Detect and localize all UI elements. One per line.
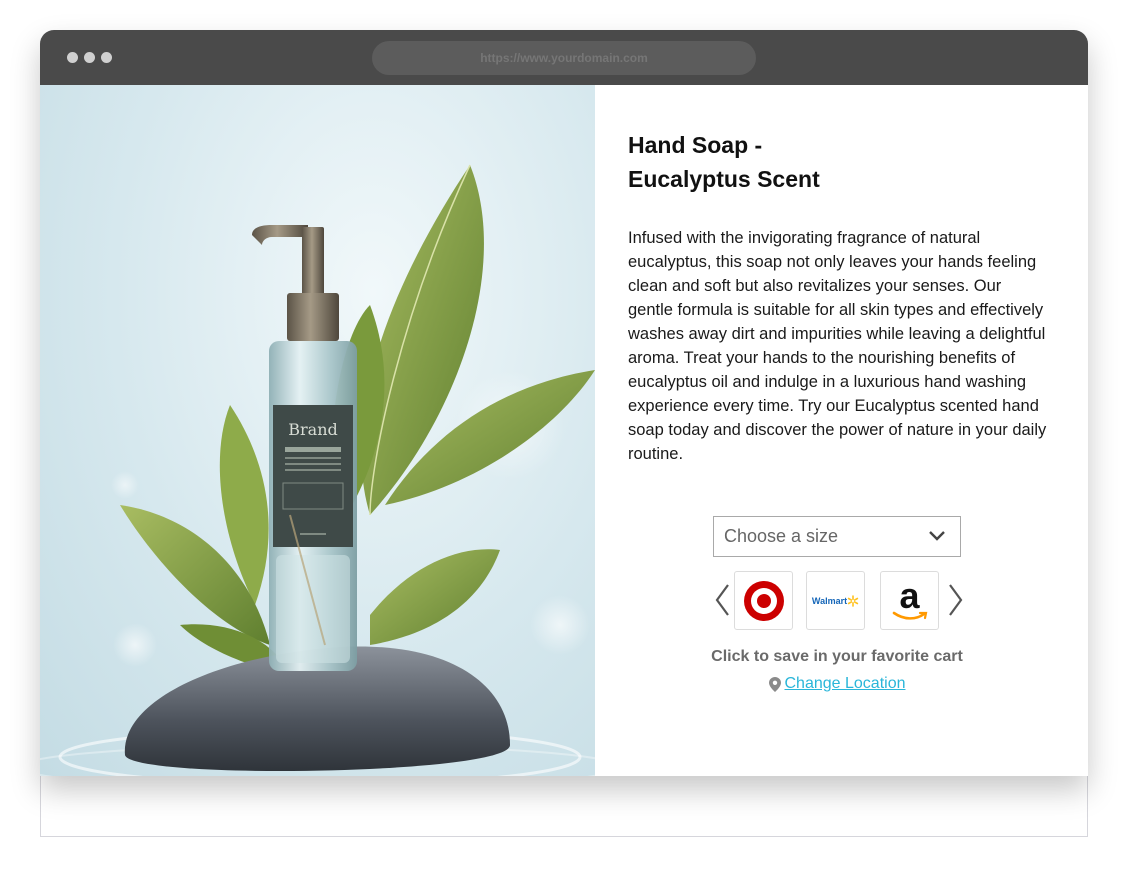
walmart-spark-icon <box>847 594 859 607</box>
chevron-left-icon[interactable] <box>714 583 730 617</box>
product-title-line2: Eucalyptus Scent <box>628 166 820 192</box>
url-text: https://www.yourdomain.com <box>480 51 648 65</box>
window-dot-icon[interactable] <box>84 52 95 63</box>
brand-label: Brand <box>288 420 338 439</box>
chevron-right-icon[interactable] <box>948 583 964 617</box>
bottle: Brand <box>252 225 357 671</box>
save-cart-text: Click to save in your favorite cart <box>711 648 963 665</box>
bokeh-light <box>113 623 157 667</box>
product-description: Infused with the invigorating fragrance … <box>628 229 1047 463</box>
browser-titlebar: https://www.yourdomain.com <box>40 30 1088 85</box>
store-carousel: Walmart a <box>710 571 970 631</box>
walmart-logo-text: Walmart <box>811 595 848 606</box>
window-dot-icon[interactable] <box>67 52 78 63</box>
product-info: Hand Soap - Eucalyptus Scent Infused wit… <box>628 85 1068 776</box>
amazon-logo-text: a <box>899 574 920 616</box>
window-dot-icon[interactable] <box>101 52 112 63</box>
bokeh-light <box>111 471 139 499</box>
product-title-line1: Hand Soap - <box>628 132 763 158</box>
store-target-button[interactable] <box>734 571 793 630</box>
browser-window: https://www.yourdomain.com Brand Hand So… <box>40 30 1088 776</box>
change-location-link[interactable]: Change Location <box>785 675 906 693</box>
window-controls <box>67 52 112 63</box>
change-location: Change Location <box>628 675 1046 693</box>
location-pin-icon <box>768 676 781 692</box>
target-logo-icon <box>743 580 784 621</box>
address-bar[interactable]: https://www.yourdomain.com <box>372 41 756 75</box>
product-title: Hand Soap - Eucalyptus Scent <box>628 128 1028 196</box>
size-select-placeholder: Choose a size <box>724 526 839 546</box>
product-hero-image: Brand <box>40 85 595 776</box>
store-amazon-button[interactable]: a <box>880 571 939 630</box>
amazon-smile-icon <box>892 611 927 620</box>
bokeh-light <box>530 595 590 655</box>
store-walmart-button[interactable]: Walmart <box>806 571 865 630</box>
size-select[interactable]: Choose a size <box>713 516 961 557</box>
chevron-down-icon <box>929 531 945 541</box>
leaf <box>370 549 500 645</box>
